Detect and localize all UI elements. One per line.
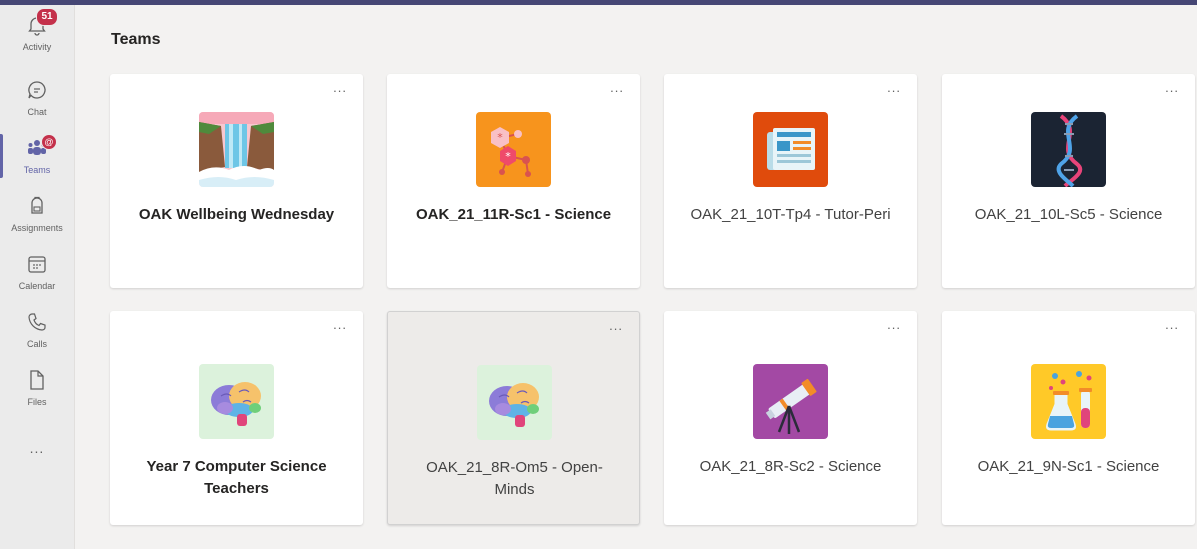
team-name: OAK_21_10T-Tp4 - Tutor-Peri <box>690 206 891 223</box>
team-card[interactable]: ... OAK_21_8R-Sc2 - Science <box>664 311 917 525</box>
team-name: OAK Wellbeing Wednesday <box>138 206 335 223</box>
nav-activity[interactable]: 51 Activity <box>0 5 74 63</box>
app-bar: 51 Activity Chat @ Teams Assignments Cal… <box>0 5 75 549</box>
team-card[interactable]: ... OAK Wellbeing Wednesday <box>110 74 363 288</box>
more-options-button[interactable]: ... <box>887 80 901 95</box>
nav-assignments-label: Assignments <box>11 223 63 233</box>
more-apps-button[interactable]: ... <box>0 440 74 456</box>
team-card[interactable]: ... Year 7 Computer Science Teachers <box>110 311 363 525</box>
brain-icon <box>199 364 274 439</box>
nav-chat[interactable]: Chat <box>0 70 74 128</box>
more-options-button[interactable]: ... <box>887 317 901 332</box>
brain-icon <box>477 365 552 440</box>
calendar-icon <box>28 256 46 273</box>
team-card[interactable]: ... OAK_21_10T-Tp4 - Tutor-Peri <box>664 74 917 288</box>
svg-text:*: * <box>497 131 503 144</box>
more-options-button[interactable]: ... <box>1165 80 1179 95</box>
activity-badge: 51 <box>36 8 58 26</box>
team-card[interactable]: ... OAK_21_10L-Sc5 - Science <box>942 74 1195 288</box>
team-card[interactable]: ... OAK_21_8R-Om5 - Open-Minds <box>387 311 640 525</box>
dna-icon <box>1031 112 1106 187</box>
nav-assignments[interactable]: Assignments <box>0 186 74 244</box>
molecule-icon: * * <box>476 112 551 187</box>
nav-chat-label: Chat <box>27 107 47 117</box>
team-card[interactable]: ... * * OAK_21_11R-Sc1 - Science <box>387 74 640 288</box>
team-name: OAK_21_9N-Sc1 - Science <box>977 458 1160 475</box>
nav-files[interactable]: Files <box>0 360 74 418</box>
nav-files-label: Files <box>27 397 47 407</box>
file-icon <box>30 370 44 390</box>
nav-activity-label: Activity <box>22 42 52 52</box>
nav-teams-label: Teams <box>23 165 51 175</box>
team-name: Year 7 Computer Science Teachers <box>146 458 327 497</box>
team-card[interactable]: ... OAK_21_9N-Sc1 - Science <box>942 311 1195 525</box>
telescope-icon <box>753 364 828 439</box>
phone-icon <box>28 313 46 331</box>
team-name: OAK_21_8R-Om5 - Open-Minds <box>426 459 603 498</box>
nav-calendar-label: Calendar <box>18 281 56 291</box>
team-name: OAK_21_10L-Sc5 - Science <box>974 206 1163 223</box>
more-options-button[interactable]: ... <box>333 317 347 332</box>
more-options-button[interactable]: ... <box>609 318 623 333</box>
team-name: OAK_21_8R-Sc2 - Science <box>699 458 882 475</box>
more-options-button[interactable]: ... <box>1165 317 1179 332</box>
more-options-button[interactable]: ... <box>333 80 347 95</box>
nav-teams[interactable]: @ Teams <box>0 128 74 186</box>
chat-icon <box>28 81 46 99</box>
more-options-button[interactable]: ... <box>610 80 624 95</box>
newspaper-icon <box>753 112 828 187</box>
nav-calendar[interactable]: Calendar <box>0 244 74 302</box>
nav-calls-label: Calls <box>26 339 47 349</box>
teams-mention-badge: @ <box>41 134 57 150</box>
team-name: OAK_21_11R-Sc1 - Science <box>415 206 612 223</box>
nav-calls[interactable]: Calls <box>0 302 74 360</box>
waterfall-icon <box>199 112 274 187</box>
top-accent-bar <box>0 0 1197 5</box>
backpack-icon <box>31 196 43 214</box>
page-title: Teams <box>111 31 161 48</box>
flask-icon <box>1031 364 1106 439</box>
svg-text:*: * <box>505 150 511 163</box>
